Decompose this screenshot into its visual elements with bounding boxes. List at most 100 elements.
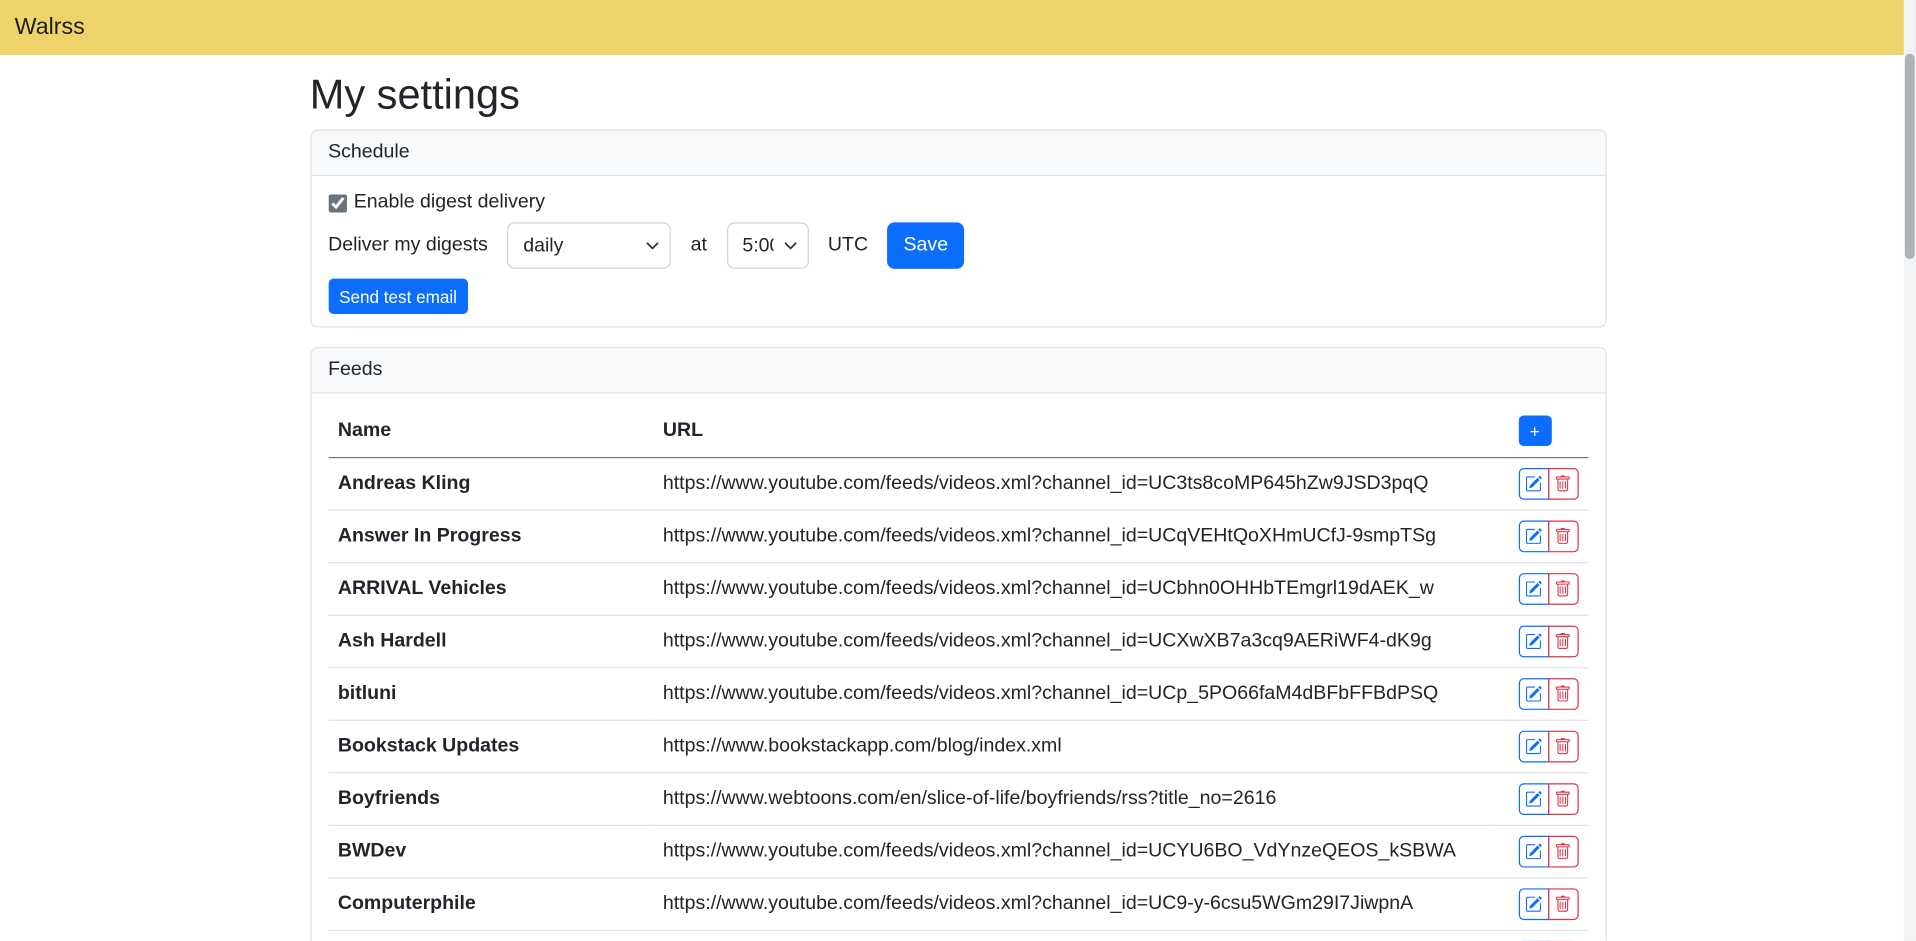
send-test-email-button[interactable]: Send test email: [328, 279, 468, 314]
app-header: Walrss: [0, 0, 1916, 55]
trash-icon: [1554, 475, 1571, 492]
schedule-card-body: Enable digest delivery Deliver my digest…: [311, 176, 1605, 326]
feeds-card: Feeds Name URL + Andreas Kling https://w: [310, 347, 1606, 941]
frequency-select[interactable]: daily: [507, 223, 671, 269]
delete-feed-button[interactable]: [1548, 835, 1579, 867]
feed-name: bitluni: [328, 667, 653, 720]
feed-name: ARRIVAL Vehicles: [328, 562, 653, 615]
scrollbar-thumb[interactable]: [1905, 54, 1915, 259]
frequency-select-wrap: daily: [507, 223, 671, 269]
main-content: My settings Schedule Enable digest deliv…: [310, 72, 1606, 941]
table-row: Fireship https://www.youtube.com/feeds/v…: [328, 930, 1588, 941]
scrollbar[interactable]: [1904, 0, 1916, 941]
feed-actions-cell: [1495, 457, 1588, 510]
time-select[interactable]: 5:00: [726, 223, 808, 269]
timezone-label: UTC: [828, 235, 868, 257]
edit-feed-button[interactable]: [1518, 678, 1549, 710]
time-select-wrap: 5:00: [726, 223, 808, 269]
edit-feed-button[interactable]: [1518, 835, 1549, 867]
feed-name: Fireship: [328, 930, 653, 941]
feed-url: https://www.youtube.com/feeds/videos.xml…: [653, 562, 1495, 615]
table-row: Answer In Progress https://www.youtube.c…: [328, 510, 1588, 563]
feed-actions-cell: [1495, 825, 1588, 878]
delete-feed-button[interactable]: [1548, 625, 1579, 657]
feed-name: BWDev: [328, 825, 653, 878]
edit-icon: [1525, 843, 1542, 860]
column-header-actions: +: [1495, 406, 1588, 457]
feed-url: https://www.youtube.com/feeds/videos.xml…: [653, 457, 1495, 510]
feed-url: https://www.youtube.com/feeds/videos.xml…: [653, 877, 1495, 930]
feeds-table: Name URL + Andreas Kling https://www.you…: [328, 406, 1588, 941]
edit-feed-button[interactable]: [1518, 888, 1549, 920]
feed-actions-cell: [1495, 930, 1588, 941]
feeds-table-header-row: Name URL +: [328, 406, 1588, 457]
trash-icon: [1554, 790, 1571, 807]
trash-icon: [1554, 895, 1571, 912]
feed-actions-group: [1518, 835, 1578, 867]
delete-feed-button[interactable]: [1548, 678, 1579, 710]
edit-icon: [1525, 475, 1542, 492]
brand-link[interactable]: Walrss: [15, 14, 85, 41]
delete-feed-button[interactable]: [1548, 520, 1579, 552]
trash-icon: [1554, 843, 1571, 860]
edit-feed-button[interactable]: [1518, 520, 1549, 552]
table-row: ARRIVAL Vehicles https://www.youtube.com…: [328, 562, 1588, 615]
feeds-card-body: Name URL + Andreas Kling https://www.you…: [311, 394, 1605, 941]
trash-icon: [1554, 738, 1571, 755]
feed-actions-cell: [1495, 562, 1588, 615]
feed-actions-group: [1518, 888, 1578, 920]
edit-icon: [1525, 580, 1542, 597]
edit-icon: [1525, 895, 1542, 912]
feed-url: https://www.youtube.com/feeds/videos.xml…: [653, 510, 1495, 563]
feed-actions-cell: [1495, 720, 1588, 773]
trash-icon: [1554, 527, 1571, 544]
feeds-card-header: Feeds: [311, 348, 1605, 393]
trash-icon: [1554, 632, 1571, 649]
edit-icon: [1525, 685, 1542, 702]
enable-digest-row: Enable digest delivery: [328, 191, 1588, 215]
feed-name: Answer In Progress: [328, 510, 653, 563]
deliver-label: Deliver my digests: [328, 235, 488, 257]
feed-url: https://www.youtube.com/feeds/videos.xml…: [653, 930, 1495, 941]
at-label: at: [691, 235, 707, 257]
table-row: Computerphile https://www.youtube.com/fe…: [328, 877, 1588, 930]
feed-name: Computerphile: [328, 877, 653, 930]
feed-name: Boyfriends: [328, 772, 653, 825]
feed-actions-cell: [1495, 667, 1588, 720]
feed-actions-cell: [1495, 877, 1588, 930]
save-button[interactable]: Save: [888, 223, 964, 269]
delete-feed-button[interactable]: [1548, 573, 1579, 605]
delivery-controls-row: Deliver my digests daily at 5:00: [328, 223, 1588, 269]
delete-feed-button[interactable]: [1548, 730, 1579, 762]
edit-icon: [1525, 527, 1542, 544]
enable-digest-checkbox[interactable]: [328, 194, 346, 212]
table-row: BWDev https://www.youtube.com/feeds/vide…: [328, 825, 1588, 878]
delete-feed-button[interactable]: [1548, 888, 1579, 920]
edit-icon: [1525, 632, 1542, 649]
column-header-name: Name: [328, 406, 653, 457]
feed-name: Bookstack Updates: [328, 720, 653, 773]
feed-url: https://www.webtoons.com/en/slice-of-lif…: [653, 772, 1495, 825]
feed-actions-group: [1518, 467, 1578, 499]
edit-feed-button[interactable]: [1518, 625, 1549, 657]
edit-icon: [1525, 738, 1542, 755]
enable-digest-label[interactable]: Enable digest delivery: [354, 191, 545, 215]
edit-feed-button[interactable]: [1518, 573, 1549, 605]
feed-actions-cell: [1495, 510, 1588, 563]
feeds-table-body: Andreas Kling https://www.youtube.com/fe…: [328, 457, 1588, 941]
edit-feed-button[interactable]: [1518, 467, 1549, 499]
trash-icon: [1554, 580, 1571, 597]
delete-feed-button[interactable]: [1548, 467, 1579, 499]
feed-name: Andreas Kling: [328, 457, 653, 510]
edit-feed-button[interactable]: [1518, 730, 1549, 762]
edit-feed-button[interactable]: [1518, 783, 1549, 815]
feed-actions-cell: [1495, 772, 1588, 825]
schedule-card: Schedule Enable digest delivery Deliver …: [310, 130, 1606, 328]
feed-actions-group: [1518, 730, 1578, 762]
delete-feed-button[interactable]: [1548, 783, 1579, 815]
edit-icon: [1525, 790, 1542, 807]
feed-url: https://www.youtube.com/feeds/videos.xml…: [653, 825, 1495, 878]
table-row: Bookstack Updates https://www.bookstacka…: [328, 720, 1588, 773]
feed-actions-group: [1518, 520, 1578, 552]
add-feed-button[interactable]: +: [1518, 416, 1551, 447]
